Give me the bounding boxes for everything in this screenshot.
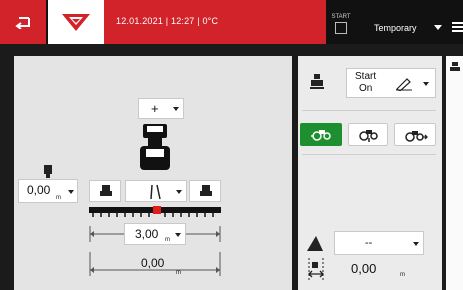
working-width-value: 0,00 [141, 256, 165, 270]
menu-icon[interactable] [452, 22, 463, 34]
mode-btn-forward[interactable] [300, 123, 342, 146]
tractor-icon [140, 124, 170, 170]
tractor-forward-icon [311, 130, 331, 141]
pencil-icon [396, 78, 412, 91]
spacing-field[interactable]: 3,00 m [124, 223, 186, 245]
chevron-down-icon [176, 190, 182, 194]
position-value: -- [365, 237, 373, 249]
mode-line2: On [359, 83, 373, 94]
seed-unit-icon [450, 62, 460, 71]
divider [302, 154, 436, 155]
offset-unit: m [400, 272, 405, 278]
seed-unit-icon [44, 165, 52, 178]
offset-value: 0,00 [351, 261, 377, 276]
chevron-down-icon [173, 107, 179, 111]
chevron-down-icon [423, 82, 429, 86]
mode-btn-reverse[interactable] [394, 123, 436, 146]
direction-value: + [151, 101, 159, 116]
start-icon [335, 22, 347, 34]
start-indicator[interactable]: START [330, 14, 352, 34]
mode-btn-turn[interactable] [348, 123, 388, 146]
offset-icon [308, 258, 324, 282]
spacing-unit: m [165, 237, 170, 243]
side-strip [446, 56, 463, 290]
brand-logo [48, 0, 104, 44]
start-label: START [331, 14, 351, 20]
divider [302, 110, 436, 111]
working-width-unit: m [176, 270, 181, 276]
chevron-down-icon [68, 190, 74, 194]
chevron-down-icon [175, 233, 181, 237]
mode-dropdown[interactable]: Start On [346, 68, 436, 98]
coulter-icon [150, 184, 161, 200]
side-offset-value: 0,00 [27, 183, 51, 197]
tractor-reverse-icon [405, 131, 428, 142]
chevron-down-icon [413, 242, 419, 246]
side-offset-field[interactable]: 0,00 m [18, 179, 78, 203]
chevron-down-icon[interactable] [434, 25, 442, 30]
back-icon [15, 17, 30, 29]
spacing-value: 3,00 [135, 227, 159, 241]
tractor-turn-icon [359, 130, 378, 142]
seed-unit-icon [310, 74, 324, 89]
implement-bar [89, 206, 221, 217]
profile-selector[interactable]: Temporary [374, 23, 417, 33]
seed-unit-icon [200, 185, 212, 196]
seed-unit-icon [100, 185, 112, 196]
mode-line1: Start [355, 71, 377, 82]
slope-icon [307, 236, 323, 251]
position-dropdown[interactable]: -- [334, 231, 424, 255]
tool-dropdown[interactable] [125, 180, 187, 202]
back-button[interactable] [0, 0, 46, 44]
section-right-button[interactable] [189, 180, 221, 202]
direction-dropdown[interactable]: + [138, 98, 184, 119]
side-offset-unit: m [56, 195, 61, 201]
datetime-text: 12.01.2021 | 12:27 | 0°C [116, 16, 219, 26]
section-left-button[interactable] [89, 180, 121, 202]
